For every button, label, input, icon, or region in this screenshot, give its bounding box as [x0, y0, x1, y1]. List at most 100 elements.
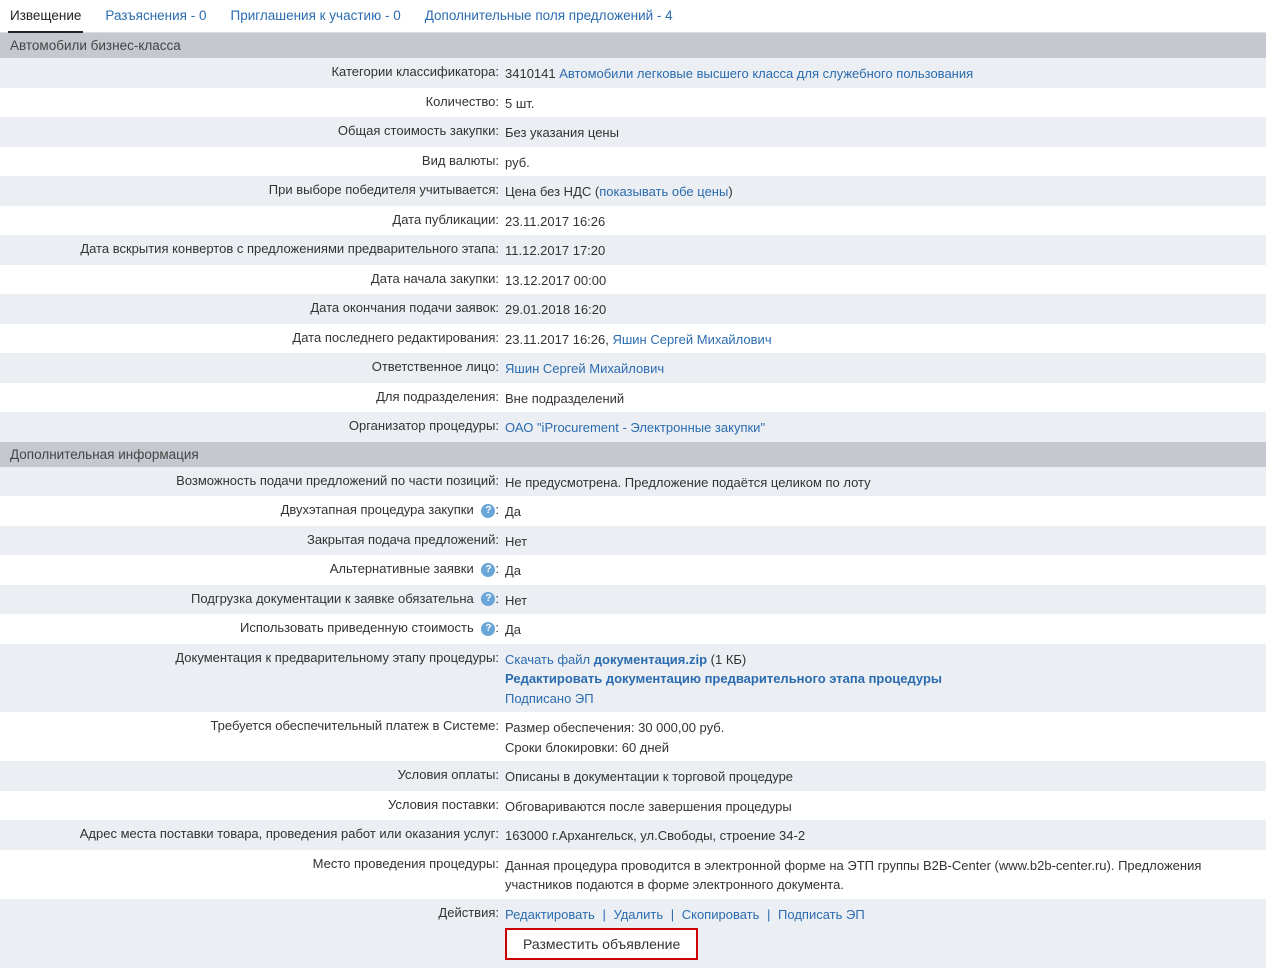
details-block-2: Возможность подачи предложений по части … — [0, 467, 1266, 968]
row-quantity: Количество: 5 шт. — [0, 88, 1266, 118]
value-total-cost: Без указания цены — [505, 121, 1266, 143]
value-two-stage: Да — [505, 500, 1266, 522]
row-department: Для подразделения: Вне подразделений — [0, 383, 1266, 413]
classifier-link[interactable]: Автомобили легковые высшего класса для с… — [559, 66, 973, 81]
row-last-edit: Дата последнего редактирования: 23.11.20… — [0, 324, 1266, 354]
row-prelim-docs: Документация к предварительному этапу пр… — [0, 644, 1266, 713]
value-delivery-terms: Обговариваются после завершения процедур… — [505, 795, 1266, 817]
help-icon[interactable]: ? — [481, 563, 495, 577]
value-partial-submit: Не предусмотрена. Предложение подаётся ц… — [505, 471, 1266, 493]
label-classifier: Категории классификатора: — [0, 62, 505, 79]
label-payment-terms: Условия оплаты: — [0, 765, 505, 782]
download-filesize: (1 КБ) — [707, 652, 746, 667]
value-organizer: ОАО "iProcurement - Электронные закупки" — [505, 416, 1266, 438]
value-venue: Данная процедура проводится в электронно… — [505, 854, 1266, 895]
tab-notice[interactable]: Извещение — [8, 2, 83, 33]
value-payment-terms: Описаны в документации к торговой процед… — [505, 765, 1266, 787]
label-currency: Вид валюты: — [0, 151, 505, 168]
last-edit-date: 23.11.2017 16:26, — [505, 332, 612, 347]
row-security-payment: Требуется обеспечительный платеж в Систе… — [0, 712, 1266, 761]
label-venue: Место проведения процедуры: — [0, 854, 505, 871]
row-winner-price: При выборе победителя учитывается: Цена … — [0, 176, 1266, 206]
value-department: Вне подразделений — [505, 387, 1266, 409]
row-organizer: Организатор процедуры: ОАО "iProcurement… — [0, 412, 1266, 442]
tab-clarifications[interactable]: Разъяснения - 0 — [103, 2, 208, 32]
label-start-date: Дата начала закупки: — [0, 269, 505, 286]
row-pub-date: Дата публикации: 23.11.2017 16:26 — [0, 206, 1266, 236]
label-security-payment: Требуется обеспечительный платеж в Систе… — [0, 716, 505, 733]
value-last-edit: 23.11.2017 16:26, Яшин Сергей Михайлович — [505, 328, 1266, 350]
label-alt-bids: Альтернативные заявки ?: — [0, 559, 505, 577]
row-delivery-address: Адрес места поставки товара, проведения … — [0, 820, 1266, 850]
row-reduced-cost: Использовать приведенную стоимость ?: Да — [0, 614, 1266, 644]
label-responsible: Ответственное лицо: — [0, 357, 505, 374]
row-end-date: Дата окончания подачи заявок: 29.01.2018… — [0, 294, 1266, 324]
row-classifier: Категории классификатора: 3410141 Автомо… — [0, 58, 1266, 88]
label-two-stage: Двухэтапная процедура закупки ?: — [0, 500, 505, 518]
value-currency: руб. — [505, 151, 1266, 173]
publish-button[interactable]: Разместить объявление — [505, 928, 698, 960]
label-partial-submit: Возможность подачи предложений по части … — [0, 471, 505, 488]
value-prelim-docs: Скачать файл документация.zip (1 КБ) Ред… — [505, 648, 1266, 709]
show-both-prices-link[interactable]: показывать обе цены — [599, 184, 728, 199]
row-closed-submit: Закрытая подача предложений: Нет — [0, 526, 1266, 556]
security-block-period: Сроки блокировки: 60 дней — [505, 738, 1256, 758]
label-closed-submit: Закрытая подача предложений: — [0, 530, 505, 547]
last-editor-link[interactable]: Яшин Сергей Михайлович — [612, 332, 771, 347]
label-end-date: Дата окончания подачи заявок: — [0, 298, 505, 315]
label-total-cost: Общая стоимость закупки: — [0, 121, 505, 138]
value-end-date: 29.01.2018 16:20 — [505, 298, 1266, 320]
value-doc-upload: Нет — [505, 589, 1266, 611]
download-file-link[interactable]: Скачать файл документация.zip — [505, 652, 707, 667]
label-reduced-cost: Использовать приведенную стоимость ?: — [0, 618, 505, 636]
value-classifier: 3410141 Автомобили легковые высшего клас… — [505, 62, 1266, 84]
label-doc-upload-text: Подгрузка документации к заявке обязател… — [191, 591, 474, 606]
label-winner-price: При выборе победителя учитывается: — [0, 180, 505, 197]
label-quantity: Количество: — [0, 92, 505, 109]
tab-extra-fields[interactable]: Дополнительные поля предложений - 4 — [423, 2, 675, 32]
label-pub-date: Дата публикации: — [0, 210, 505, 227]
value-security-payment: Размер обеспечения: 30 000,00 руб. Сроки… — [505, 716, 1266, 757]
label-delivery-address: Адрес места поставки товара, проведения … — [0, 824, 505, 841]
label-delivery-terms: Условия поставки: — [0, 795, 505, 812]
organizer-link[interactable]: ОАО "iProcurement - Электронные закупки" — [505, 420, 765, 435]
help-icon[interactable]: ? — [481, 622, 495, 636]
value-actions: Редактировать | Удалить | Скопировать | … — [505, 903, 1266, 965]
section-header-additional-info: Дополнительная информация — [0, 442, 1266, 467]
label-actions: Действия: — [0, 903, 505, 920]
winner-price-prefix: Цена без НДС ( — [505, 184, 599, 199]
label-alt-bids-text: Альтернативные заявки — [330, 561, 474, 576]
row-venue: Место проведения процедуры: Данная проце… — [0, 850, 1266, 899]
value-envelope-date: 11.12.2017 17:20 — [505, 239, 1266, 261]
label-organizer: Организатор процедуры: — [0, 416, 505, 433]
row-doc-upload: Подгрузка документации к заявке обязател… — [0, 585, 1266, 615]
row-payment-terms: Условия оплаты: Описаны в документации к… — [0, 761, 1266, 791]
value-closed-submit: Нет — [505, 530, 1266, 552]
label-envelope-date: Дата вскрытия конвертов с предложениями … — [0, 239, 505, 256]
value-reduced-cost: Да — [505, 618, 1266, 640]
help-icon[interactable]: ? — [481, 504, 495, 518]
winner-price-suffix: ) — [728, 184, 732, 199]
row-delivery-terms: Условия поставки: Обговариваются после з… — [0, 791, 1266, 821]
security-amount: Размер обеспечения: 30 000,00 руб. — [505, 718, 1256, 738]
responsible-person-link[interactable]: Яшин Сергей Михайлович — [505, 361, 664, 376]
row-alt-bids: Альтернативные заявки ?: Да — [0, 555, 1266, 585]
section-header-goods: Автомобили бизнес-класса — [0, 33, 1266, 58]
row-responsible: Ответственное лицо: Яшин Сергей Михайлов… — [0, 353, 1266, 383]
label-doc-upload: Подгрузка документации к заявке обязател… — [0, 589, 505, 607]
value-responsible: Яшин Сергей Михайлович — [505, 357, 1266, 379]
value-delivery-address: 163000 г.Архангельск, ул.Свободы, строен… — [505, 824, 1266, 846]
label-prelim-docs: Документация к предварительному этапу пр… — [0, 648, 505, 665]
signed-ep-link[interactable]: Подписано ЭП — [505, 691, 594, 706]
label-last-edit: Дата последнего редактирования: — [0, 328, 505, 345]
row-partial-submit: Возможность подачи предложений по части … — [0, 467, 1266, 497]
details-block-1: Категории классификатора: 3410141 Автомо… — [0, 58, 1266, 442]
row-envelope-date: Дата вскрытия конвертов с предложениями … — [0, 235, 1266, 265]
classifier-code: 3410141 — [505, 66, 559, 81]
tab-invitations[interactable]: Приглашения к участию - 0 — [228, 2, 402, 32]
row-total-cost: Общая стоимость закупки: Без указания це… — [0, 117, 1266, 147]
help-icon[interactable]: ? — [481, 592, 495, 606]
row-two-stage: Двухэтапная процедура закупки ?: Да — [0, 496, 1266, 526]
row-start-date: Дата начала закупки: 13.12.2017 00:00 — [0, 265, 1266, 295]
edit-prelim-docs-link[interactable]: Редактировать документацию предварительн… — [505, 671, 942, 686]
